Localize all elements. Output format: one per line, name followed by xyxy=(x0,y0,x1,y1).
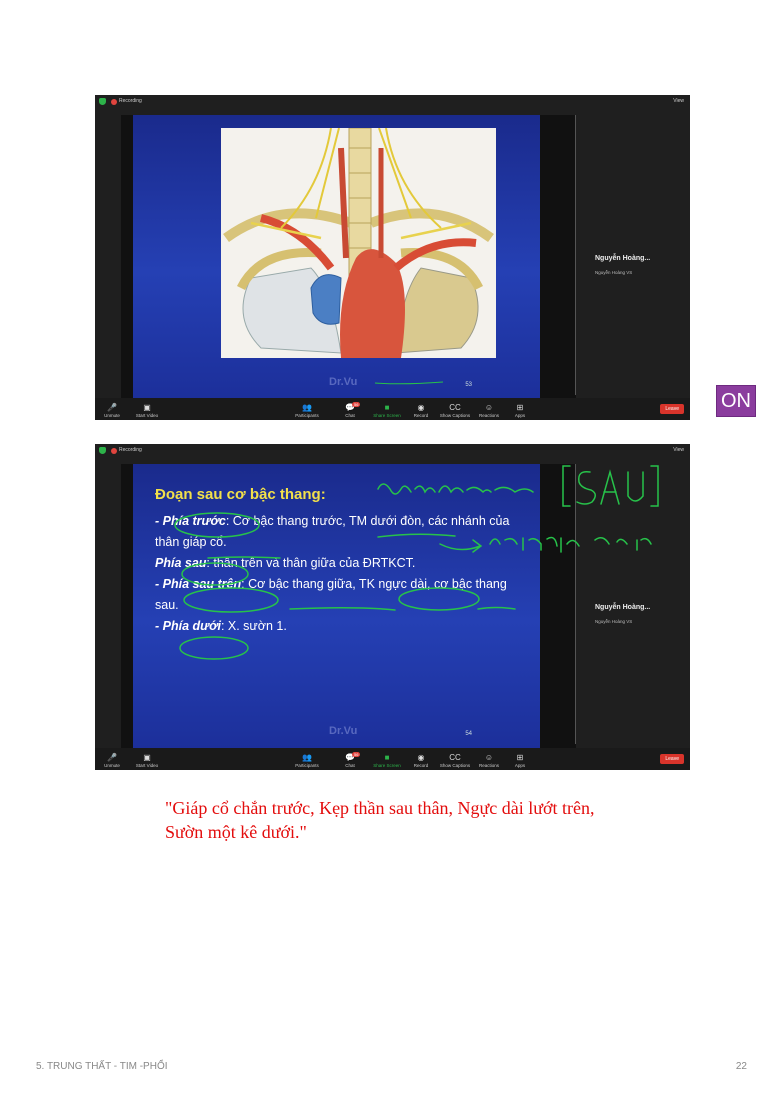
mnemonic-text: "Giáp cổ chắn trước, Kẹp thần sau thân, … xyxy=(165,796,725,844)
zoom-screenshot-1: Recording View Dr.Vu 53 Nguyễn Hoàng... … xyxy=(95,95,690,420)
slide-number: 53 xyxy=(465,382,472,388)
recording-label: Recording xyxy=(119,447,142,453)
slide-title: Đoạn sau cơ bậc thang: xyxy=(155,486,326,503)
chat-badge: 56 xyxy=(352,402,361,407)
leave-button[interactable]: Leave xyxy=(660,754,684,764)
leave-button[interactable]: Leave xyxy=(660,404,684,414)
apps-icon: ⊞ xyxy=(516,753,524,762)
participants-button[interactable]: 👥 Participants xyxy=(287,403,327,418)
participant-panel: Nguyễn Hoàng... Nguyễn Hoàng VS xyxy=(595,255,680,275)
participants-button[interactable]: 👥 Participants xyxy=(287,753,327,768)
slide-line-1: - Phía trước: Cơ bậc thang trước, TM dướ… xyxy=(155,514,510,549)
slide-line-2: Phía sau: thân trên và thân giữa của ĐRT… xyxy=(155,556,416,570)
slide-line-4: - Phía dưới: X. sườn 1. xyxy=(155,619,287,633)
page-number: 22 xyxy=(735,1061,747,1072)
start-video-button[interactable]: ▣ Start Video xyxy=(127,753,167,768)
zoom-toolbar: 🎤 Unmute ▣ Start Video 👥 Participants 💬 … xyxy=(95,398,690,420)
panel-divider xyxy=(575,115,576,395)
zoom-toolbar: 🎤 Unmute ▣ Start Video 👥 Participants 💬 … xyxy=(95,748,690,770)
participant-name: Nguyễn Hoàng... xyxy=(595,255,651,262)
video-off-icon: ▣ xyxy=(143,753,151,762)
slide-text: Đoạn sau cơ bậc thang: - Phía trước: Cơ … xyxy=(155,464,530,637)
panel-divider xyxy=(575,464,576,744)
shared-slide: Dr.Vu 53 xyxy=(121,115,576,400)
ink-stroke xyxy=(374,381,444,385)
participant-panel: Nguyễn Hoàng... Nguyễn Hoàng VS xyxy=(595,604,680,624)
mnemonic-line-1: "Giáp cổ chắn trước, Kẹp thần sau thân, … xyxy=(165,798,595,818)
slide-background: Dr.Vu 53 xyxy=(133,115,540,400)
recording-label: Recording xyxy=(119,98,142,104)
anatomy-image xyxy=(221,128,496,358)
chat-button[interactable]: 💬 56 Chat xyxy=(330,402,370,418)
microphone-muted-icon: 🎤 xyxy=(107,753,117,762)
chat-button[interactable]: 💬 56 Chat xyxy=(330,752,370,768)
on-badge: ON xyxy=(716,385,756,417)
slide-watermark: Dr.Vu xyxy=(329,725,358,737)
people-icon: 👥 xyxy=(302,753,312,762)
slide-number: 54 xyxy=(465,731,472,737)
apps-icon: ⊞ xyxy=(516,403,524,412)
chat-badge: 56 xyxy=(352,752,361,757)
shield-icon xyxy=(99,447,106,454)
slide-background: Đoạn sau cơ bậc thang: - Phía trước: Cơ … xyxy=(133,464,540,749)
shared-slide: Đoạn sau cơ bậc thang: - Phía trước: Cơ … xyxy=(121,464,576,749)
unmute-button[interactable]: 🎤 Unmute xyxy=(92,753,132,768)
slide-watermark: Dr.Vu xyxy=(329,376,358,388)
zoom-top-bar: Recording View xyxy=(95,444,690,458)
people-icon: 👥 xyxy=(302,403,312,412)
chat-icon: 💬 xyxy=(345,403,355,412)
zoom-top-bar: Recording View xyxy=(95,95,690,109)
participant-sub: Nguyễn Hoàng VS xyxy=(595,270,633,275)
unmute-button[interactable]: 🎤 Unmute xyxy=(92,403,132,418)
view-button[interactable]: View xyxy=(673,447,684,453)
shield-icon xyxy=(99,98,106,105)
apps-button[interactable]: ⊞ Apps xyxy=(500,403,540,418)
footer-chapter: 5. TRUNG THẤT - TIM -PHỔI xyxy=(36,1061,168,1072)
mnemonic-line-2: Sườn một kê dưới." xyxy=(165,822,307,842)
participant-sub: Nguyễn Hoàng VS xyxy=(595,619,633,624)
recording-dot-icon xyxy=(111,99,117,105)
recording-dot-icon xyxy=(111,448,117,454)
microphone-muted-icon: 🎤 xyxy=(107,403,117,412)
zoom-screenshot-2: Recording View Đoạn sau cơ bậc thang: - … xyxy=(95,444,690,770)
slide-line-3: - Phía sau trên: Cơ bậc thang giữa, TK n… xyxy=(155,577,507,612)
chat-icon: 💬 xyxy=(345,753,355,762)
view-button[interactable]: View xyxy=(673,98,684,104)
start-video-button[interactable]: ▣ Start Video xyxy=(127,403,167,418)
apps-button[interactable]: ⊞ Apps xyxy=(500,753,540,768)
participant-name: Nguyễn Hoàng... xyxy=(595,604,651,611)
video-off-icon: ▣ xyxy=(143,403,151,412)
